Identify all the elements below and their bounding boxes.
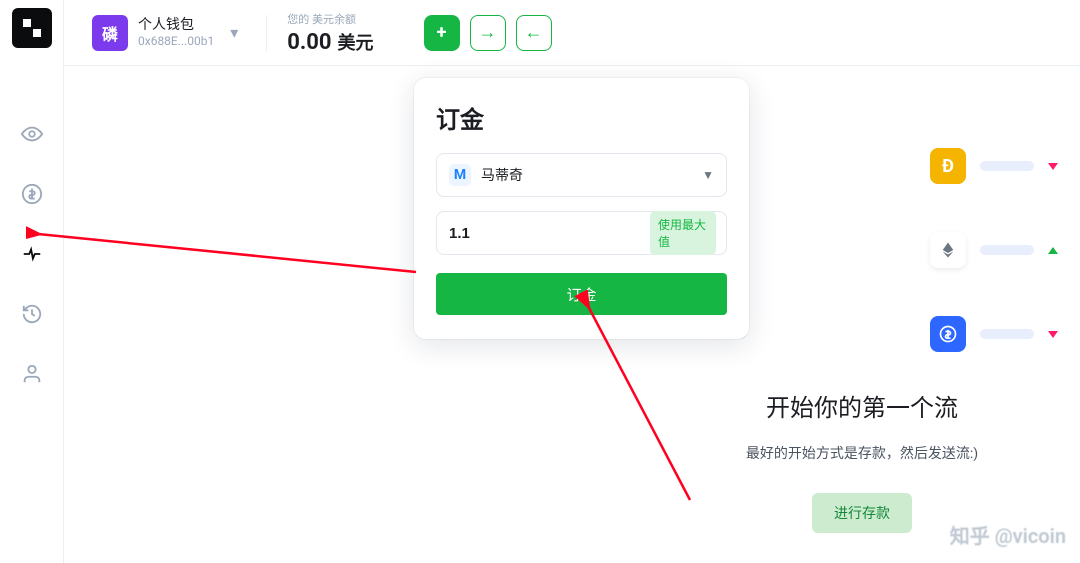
chevron-down-icon (1048, 163, 1058, 170)
balance-value: 0.00 (287, 30, 331, 55)
nav-profile[interactable] (0, 344, 64, 404)
asset-value-placeholder (980, 329, 1034, 339)
balance-unit: 美元 (338, 29, 374, 55)
wallet-address: 0x688E...00b1 (138, 34, 214, 48)
network-icon: M (449, 164, 471, 186)
balance-label: 您的 美元余额 (287, 11, 373, 27)
chevron-down-icon: ▼ (702, 168, 714, 182)
chevron-down-icon: ▾ (230, 23, 238, 42)
onboarding-cta: 开始你的第一个流 最好的开始方式是存款，然后发送流:) 进行存款 (666, 388, 1058, 533)
cta-deposit-button[interactable]: 进行存款 (812, 493, 912, 533)
arrow-left-icon: ← (525, 22, 543, 43)
wallet-avatar: 磷 (92, 15, 128, 51)
watermark: 知乎 @vicoin (950, 520, 1066, 549)
divider (266, 15, 267, 51)
dollar-circle-icon (21, 183, 43, 205)
send-button[interactable]: → (470, 15, 506, 51)
amount-row: 使用最大值 (436, 211, 727, 255)
chevron-up-icon (1048, 247, 1058, 254)
asset-value-placeholder (980, 245, 1034, 255)
annotation-arrow (26, 210, 426, 280)
nav-streams[interactable] (0, 224, 64, 284)
nav-history[interactable] (0, 284, 64, 344)
eth-icon (930, 232, 966, 268)
add-button[interactable]: + (424, 15, 460, 51)
user-icon (21, 363, 43, 385)
nav-money[interactable] (0, 164, 64, 224)
asset-value-placeholder (980, 161, 1034, 171)
modal-title: 订金 (436, 100, 727, 135)
use-max-button[interactable]: 使用最大值 (650, 211, 716, 255)
history-icon (21, 303, 43, 325)
app-logo[interactable] (12, 8, 52, 48)
network-select[interactable]: M 马蒂奇 ▼ (436, 153, 727, 197)
topbar: 磷 个人钱包 0x688E...00b1 ▾ 您的 美元余额 0.00 美元 +… (64, 0, 1080, 66)
stream-icon (21, 243, 43, 265)
deposit-modal: 订金 M 马蒂奇 ▼ 使用最大值 订金 (414, 78, 749, 339)
chevron-down-icon (1048, 331, 1058, 338)
wallet-name: 个人钱包 (138, 17, 214, 34)
cta-subtitle: 最好的开始方式是存款，然后发送流:) (666, 443, 1058, 463)
network-label: 马蒂奇 (481, 165, 702, 185)
usdc-icon (930, 316, 966, 352)
receive-button[interactable]: ← (516, 15, 552, 51)
amount-input[interactable] (449, 225, 650, 242)
arrow-right-icon: → (479, 22, 497, 43)
balance-block: 您的 美元余额 0.00 美元 (287, 11, 373, 55)
sidebar (0, 0, 64, 563)
deposit-submit-button[interactable]: 订金 (436, 273, 727, 315)
plus-icon: + (437, 22, 447, 43)
eye-icon (21, 123, 43, 145)
cta-title: 开始你的第一个流 (666, 388, 1058, 423)
dai-icon: Ð (930, 148, 966, 184)
nav-overview[interactable] (0, 104, 64, 164)
wallet-selector[interactable]: 磷 个人钱包 0x688E...00b1 ▾ (84, 11, 246, 55)
